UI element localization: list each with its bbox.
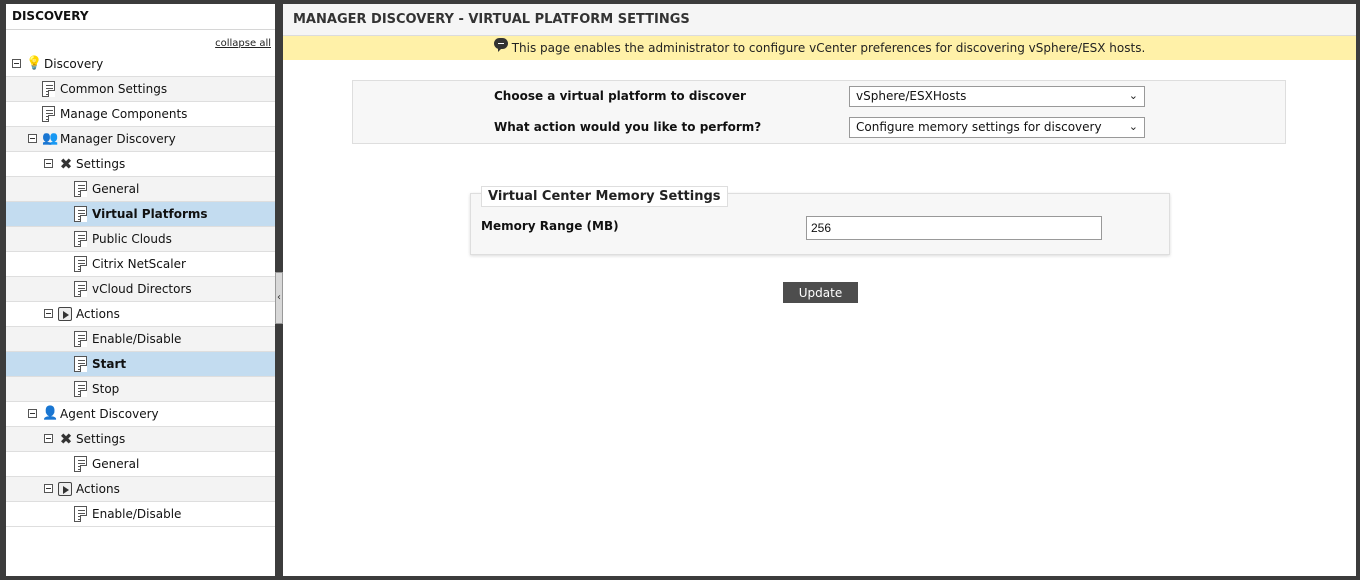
tree-item-citrix-netscaler[interactable]: Citrix NetScaler: [6, 252, 275, 277]
platform-selection-box: Choose a virtual platform to discover vS…: [352, 80, 1286, 144]
discovery-tree-panel: DISCOVERY collapse all 💡 Discovery Common …: [6, 4, 275, 576]
tree-item-public-clouds[interactable]: Public Clouds: [6, 227, 275, 252]
collapse-toggle-icon[interactable]: [44, 309, 53, 318]
tree-item-actions[interactable]: Actions: [6, 302, 275, 327]
tree-item-label: Virtual Platforms: [92, 207, 208, 221]
tree-item-label: Settings: [76, 157, 126, 171]
page-icon: [74, 231, 87, 247]
tree-item-settings[interactable]: ✖ Settings: [6, 152, 275, 177]
tree-item-label: Manager Discovery: [60, 132, 176, 146]
chevron-down-icon: ⌄: [1128, 120, 1138, 133]
tree-item-label: Actions: [76, 307, 120, 321]
info-banner: This page enables the administrator to c…: [283, 36, 1356, 60]
platform-select[interactable]: vSphere/ESXHosts ⌄: [849, 86, 1145, 107]
page-icon: [74, 281, 87, 297]
tree-item-settings[interactable]: ✖ Settings: [6, 427, 275, 452]
tree-item-label: Settings: [76, 432, 126, 446]
tree-item-label: Stop: [92, 382, 120, 396]
tree-item-enable-disable[interactable]: Enable/Disable: [6, 327, 275, 352]
tree-item-label: Enable/Disable: [92, 332, 182, 346]
tree-item-agent-discovery[interactable]: 👤 Agent Discovery: [6, 402, 275, 427]
action-select[interactable]: Configure memory settings for discovery …: [849, 117, 1145, 138]
collapse-toggle-icon[interactable]: [28, 134, 37, 143]
action-icon: [58, 307, 72, 321]
memory-settings-legend: Virtual Center Memory Settings: [481, 186, 728, 207]
action-label: What action would you like to perform?: [494, 120, 762, 134]
platform-select-value: vSphere/ESXHosts: [856, 89, 967, 103]
tree-item-label: Agent Discovery: [60, 407, 159, 421]
tree-item-common-settings[interactable]: Common Settings: [6, 77, 275, 102]
navigation-tree: 💡 Discovery Common Settings Manage Componen…: [6, 52, 275, 527]
page-icon: [74, 456, 87, 472]
chevron-down-icon: ⌄: [1128, 89, 1138, 102]
tree-item-general[interactable]: General: [6, 452, 275, 477]
collapse-all-link[interactable]: collapse all: [215, 38, 271, 49]
memory-settings-fieldset: Virtual Center Memory Settings Memory Ra…: [470, 186, 1170, 255]
collapse-toggle-icon[interactable]: [44, 484, 53, 493]
tree-item-stop[interactable]: Stop: [6, 377, 275, 402]
tree-item-label: Discovery: [44, 57, 104, 71]
tree-item-label: Manage Components: [60, 107, 188, 121]
update-button[interactable]: Update: [783, 282, 858, 303]
page-icon: [74, 181, 87, 197]
collapse-toggle-icon[interactable]: [44, 434, 53, 443]
tools-icon: ✖: [59, 155, 73, 173]
page-icon: [42, 106, 55, 122]
collapse-toggle-icon[interactable]: [44, 159, 53, 168]
collapse-panel-handle[interactable]: ‹: [275, 272, 283, 324]
memory-range-label: Memory Range (MB): [481, 219, 619, 233]
info-text: This page enables the administrator to c…: [511, 41, 1146, 55]
page-icon: [74, 356, 87, 372]
tree-item-label: General: [92, 457, 140, 471]
page-title: MANAGER DISCOVERY - VIRTUAL PLATFORM SET…: [283, 4, 1356, 36]
action-select-value: Configure memory settings for discovery: [856, 120, 1102, 134]
panel-splitter[interactable]: ‹: [275, 4, 283, 576]
tree-item-label: Start: [92, 357, 127, 371]
tree-item-actions[interactable]: Actions: [6, 477, 275, 502]
main-content: MANAGER DISCOVERY - VIRTUAL PLATFORM SET…: [283, 4, 1356, 576]
agent-icon: 👤: [42, 406, 59, 421]
tree-item-start[interactable]: Start: [6, 352, 275, 377]
page-icon: [74, 381, 87, 397]
platform-label: Choose a virtual platform to discover: [494, 89, 746, 103]
tree-item-enable-disable[interactable]: Enable/Disable: [6, 502, 275, 527]
collapse-toggle-icon[interactable]: [28, 409, 37, 418]
page-icon: [74, 331, 87, 347]
tree-item-label: Citrix NetScaler: [92, 257, 186, 271]
tree-item-vcloud-directors[interactable]: vCloud Directors: [6, 277, 275, 302]
lightbulb-icon: 💡: [26, 56, 43, 71]
tree-item-label: Enable/Disable: [92, 507, 182, 521]
action-icon: [58, 482, 72, 496]
page-icon: [42, 81, 55, 97]
tree-item-discovery[interactable]: 💡 Discovery: [6, 52, 275, 77]
collapse-toggle-icon[interactable]: [12, 59, 21, 68]
tree-item-manager-discovery[interactable]: 👥 Manager Discovery: [6, 127, 275, 152]
tree-item-label: Public Clouds: [92, 232, 172, 246]
tree-item-label: vCloud Directors: [92, 282, 192, 296]
tree-item-general[interactable]: General: [6, 177, 275, 202]
manager-icon: 👥: [42, 131, 59, 146]
page-icon: [74, 506, 87, 522]
memory-range-input[interactable]: [806, 216, 1102, 240]
tree-item-manage-components[interactable]: Manage Components: [6, 102, 275, 127]
tree-item-label: General: [92, 182, 140, 196]
tree-item-virtual-platforms[interactable]: Virtual Platforms: [6, 202, 275, 227]
page-icon: [74, 256, 87, 272]
comment-icon: [493, 38, 508, 52]
tree-item-label: Actions: [76, 482, 120, 496]
panel-title: DISCOVERY: [6, 4, 275, 30]
tree-item-label: Common Settings: [60, 82, 168, 96]
tools-icon: ✖: [59, 430, 73, 448]
page-icon: [74, 206, 87, 222]
